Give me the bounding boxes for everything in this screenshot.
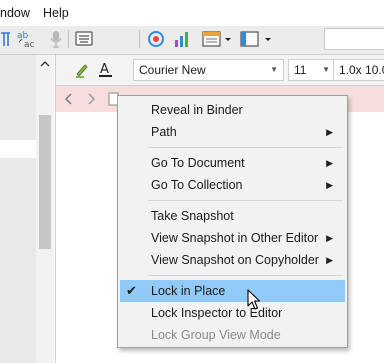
paragraph-icon[interactable]	[0, 28, 12, 50]
menu-item-label: Reveal in Binder	[151, 103, 243, 117]
toolbar-divider	[139, 30, 140, 48]
menu-item-label: View Snapshot on Copyholder	[151, 253, 319, 267]
layout-icon[interactable]	[201, 28, 233, 50]
menu-item-go-to-document[interactable]: Go To Document ▶	[120, 152, 345, 174]
binder-scroll-thumb[interactable]	[39, 115, 51, 249]
menu-item-take-snapshot[interactable]: Take Snapshot	[120, 205, 345, 227]
target-icon[interactable]	[146, 28, 166, 50]
forward-arrow-icon[interactable]	[86, 93, 96, 105]
menu-item-label: Lock Inspector to Editor	[151, 306, 283, 320]
font-family-select[interactable]: Courier New ▼	[133, 59, 284, 81]
chevron-down-icon: ▼	[270, 65, 278, 74]
menu-window[interactable]: ndow	[0, 6, 30, 20]
main-toolbar: ab ac	[0, 26, 384, 55]
menu-item-label: Lock Group View Mode	[151, 328, 281, 342]
menu-separator	[148, 200, 343, 201]
menu-item-lock-inspector-to-editor[interactable]: Lock Inspector to Editor	[120, 302, 345, 324]
menu-item-label: Path	[151, 125, 177, 139]
checkmark-icon: ✔	[126, 283, 137, 298]
menu-item-go-to-collection[interactable]: Go To Collection ▶	[120, 174, 345, 196]
submenu-arrow-icon: ▶	[326, 127, 333, 137]
menu-help[interactable]: Help	[43, 6, 69, 20]
mouse-cursor-icon	[247, 289, 261, 310]
submenu-arrow-icon: ▶	[326, 233, 333, 243]
view-mode-icon[interactable]	[239, 28, 273, 50]
line-spacing-select[interactable]: 1.0x 10.0	[333, 59, 384, 81]
menu-item-label: Take Snapshot	[151, 209, 234, 223]
font-size-value: 11	[294, 63, 307, 77]
scroll-up-arrow-icon[interactable]	[40, 60, 50, 68]
spelling-icon[interactable]: ab ac	[16, 28, 40, 50]
menu-separator	[148, 275, 343, 276]
binder-list[interactable]	[0, 55, 36, 363]
submenu-arrow-icon: ▶	[326, 255, 333, 265]
text-color-icon[interactable]: A	[98, 60, 114, 80]
back-arrow-icon[interactable]	[64, 93, 74, 105]
menu-item-view-snapshot-copyholder[interactable]: View Snapshot on Copyholder ▶	[120, 249, 345, 271]
menu-item-label: Go To Collection	[151, 178, 243, 192]
svg-text:ac: ac	[24, 40, 35, 50]
toolbar-divider	[68, 30, 69, 48]
search-input[interactable]	[324, 28, 384, 50]
menu-item-view-snapshot-other-editor[interactable]: View Snapshot in Other Editor ▶	[120, 227, 345, 249]
menu-item-lock-in-place[interactable]: ✔ Lock in Place	[120, 280, 345, 302]
line-spacing-value: 1.0x 10.0	[339, 63, 384, 77]
menu-item-label: Lock in Place	[151, 284, 226, 298]
menu-separator	[148, 147, 343, 148]
binder-selected-row[interactable]	[0, 140, 38, 158]
menu-bar: ndow Help	[0, 0, 384, 27]
keyboard-icon[interactable]	[74, 28, 94, 50]
menu-item-lock-group-view-mode: Lock Group View Mode	[120, 324, 345, 346]
context-menu: Reveal in Binder Path ▶ Go To Document ▶…	[117, 95, 348, 348]
submenu-arrow-icon: ▶	[326, 158, 333, 168]
menu-item-path[interactable]: Path ▶	[120, 121, 345, 143]
binder-panel	[0, 55, 56, 363]
menu-item-label: View Snapshot in Other Editor	[151, 231, 319, 245]
menu-item-reveal-in-binder[interactable]: Reveal in Binder	[120, 99, 345, 121]
statistics-icon[interactable]	[172, 28, 194, 50]
microphone-icon[interactable]	[49, 28, 63, 50]
font-size-select[interactable]: 11 ▼	[288, 59, 336, 81]
format-bar: A Courier New ▼ 11 ▼ 1.0x 10.0	[56, 55, 384, 86]
font-family-value: Courier New	[139, 63, 206, 77]
submenu-arrow-icon: ▶	[326, 180, 333, 190]
highlighter-icon[interactable]	[74, 61, 90, 79]
menu-item-label: Go To Document	[151, 156, 245, 170]
svg-text:A: A	[100, 62, 109, 77]
chevron-down-icon: ▼	[322, 65, 330, 74]
